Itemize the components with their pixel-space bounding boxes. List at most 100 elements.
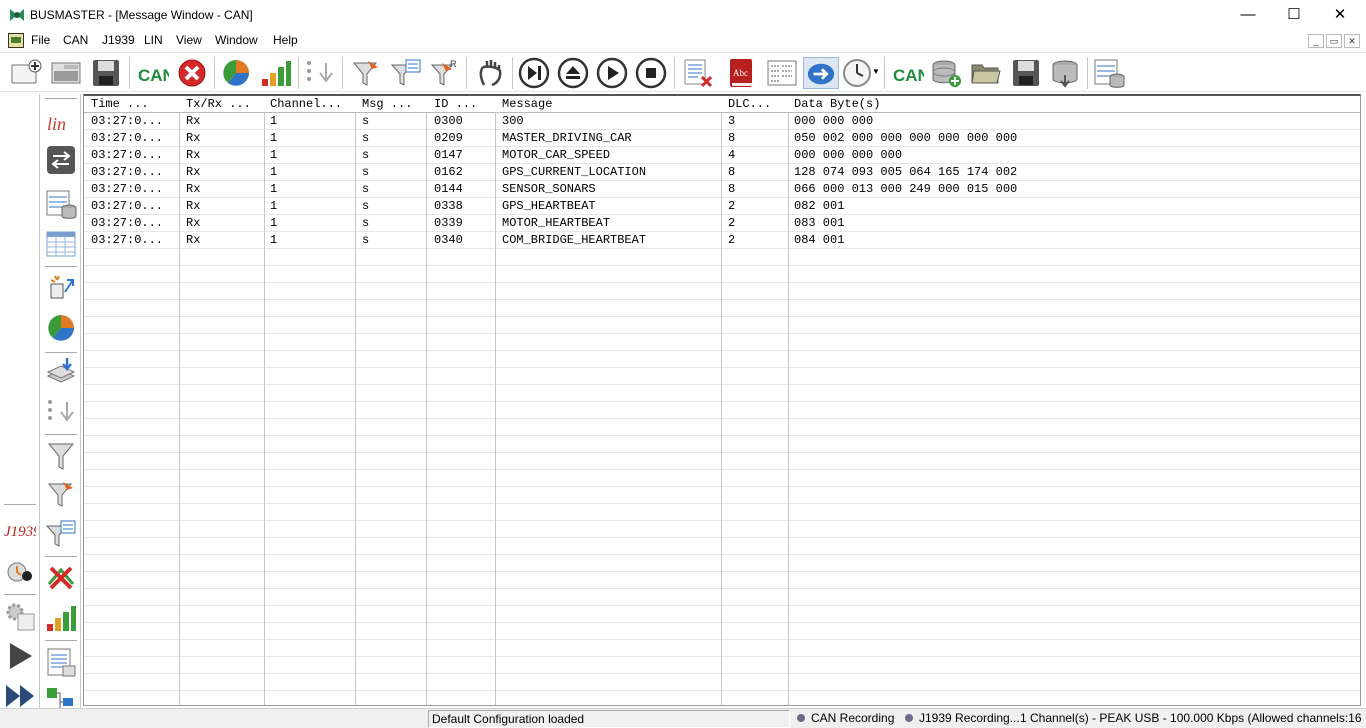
cell-dlc: 4 [728, 148, 736, 162]
filter-orange-side-icon[interactable] [45, 478, 77, 510]
cell-dlc: 2 [728, 233, 736, 247]
lin-label: lin [47, 114, 66, 134]
config-window-icon[interactable] [50, 57, 82, 89]
mdi-restore-button[interactable]: ▭ [1326, 34, 1342, 48]
menu-file[interactable]: File [31, 33, 50, 47]
grid-view-icon[interactable] [45, 228, 77, 260]
menu-lin[interactable]: LIN [144, 33, 163, 47]
message-window-toggle[interactable] [803, 57, 839, 89]
menu-j1939[interactable]: J1939 [102, 33, 135, 47]
table-row[interactable]: 03:27:0... Rx 1 s 0338 GPS_HEARTBEAT 2 082 001 [84, 198, 1360, 215]
can-logging-icon[interactable]: CAN [892, 57, 924, 89]
j1939-label: J1939 [4, 524, 36, 540]
cell-message: GPS_CURRENT_LOCATION [502, 165, 647, 179]
lin-icon[interactable]: lin [45, 106, 77, 138]
statistics-bars-icon[interactable] [45, 602, 77, 634]
table-row[interactable]: 03:27:0... Rx 1 s 0162 GPS_CURRENT_LOCATION 8 1… [84, 164, 1360, 181]
header-msg[interactable]: Msg ... [362, 96, 426, 113]
stop-icon[interactable] [635, 57, 667, 89]
can-connect-icon[interactable]: CAN [137, 57, 169, 89]
menu-help[interactable]: Help [273, 33, 298, 47]
swap-arrows-icon[interactable] [45, 144, 77, 176]
clock-dropdown-arrow-icon[interactable]: ▼ [872, 67, 880, 76]
database-book-icon[interactable]: Abc [726, 57, 758, 89]
message-list-icon[interactable] [45, 646, 77, 678]
document-system-menu-icon[interactable] [8, 33, 24, 48]
eject-icon[interactable] [557, 57, 589, 89]
j1939-activate-icon[interactable] [4, 556, 36, 588]
close-button[interactable]: ✕ [1317, 0, 1363, 30]
header-data-bytes[interactable]: Data Byte(s) [794, 96, 994, 113]
maximize-button[interactable]: ☐ [1271, 0, 1317, 30]
filter-replay-icon[interactable]: R [428, 57, 460, 89]
header-dlc[interactable]: DLC... [728, 96, 788, 113]
filter-list-icon[interactable] [390, 57, 422, 89]
menu-can[interactable]: CAN [63, 33, 88, 47]
mdi-close-button[interactable]: ✕ [1344, 34, 1360, 48]
open-folder-icon[interactable] [970, 57, 1002, 89]
pie-chart-side-icon[interactable] [45, 312, 77, 344]
j1939-icon[interactable]: J1939 [4, 514, 36, 546]
header-txrx[interactable]: Tx/Rx ... [186, 96, 264, 113]
cell-id: 0144 [434, 182, 463, 196]
cell-message: MOTOR_HEARTBEAT [502, 216, 611, 230]
cell-dlc: 8 [728, 182, 736, 196]
cell-data-bytes: 050 002 000 000 000 000 000 000 [794, 131, 1018, 145]
signal-watch-icon[interactable] [766, 57, 798, 89]
status-config: Default Configuration loaded [428, 710, 790, 728]
new-config-icon[interactable] [10, 57, 42, 89]
play-triangle-icon[interactable] [4, 640, 36, 672]
cell-dlc: 2 [728, 216, 736, 230]
filter-funnel-icon[interactable] [45, 440, 77, 472]
table-row[interactable]: 03:27:0... Rx 1 s 0209 MASTER_DRIVING_CAR 8 050… [84, 130, 1360, 147]
cell-id: 0338 [434, 199, 463, 213]
header-message[interactable]: Message [502, 96, 720, 113]
cell-msg: s [362, 165, 370, 179]
table-row[interactable]: 03:27:0... Rx 1 s 0147 MOTOR_CAR_SPEED 4 000 00… [84, 147, 1360, 164]
database-config-icon[interactable] [1093, 57, 1125, 89]
svg-text:R: R [450, 59, 457, 69]
add-database-icon[interactable] [930, 57, 962, 89]
cell-msg: s [362, 199, 370, 213]
filter-list-side-icon[interactable] [45, 518, 77, 550]
message-grid[interactable]: Time ... Tx/Rx ... Channel... Msg ... ID… [83, 94, 1361, 706]
database-export-icon[interactable] [1049, 57, 1081, 89]
play-icon[interactable] [596, 57, 628, 89]
table-row[interactable]: 03:27:0... Rx 1 s 0339 MOTOR_HEARTBEAT 2 083 00… [84, 215, 1360, 232]
import-log-icon[interactable] [45, 356, 77, 388]
cell-time: 03:27:0... [91, 148, 164, 162]
interpret-list-icon[interactable] [45, 396, 77, 428]
interpret-sort-icon[interactable] [304, 57, 336, 89]
node-simulation-icon[interactable] [45, 272, 77, 304]
save-database-icon[interactable] [1010, 57, 1042, 89]
disconnect-x-icon[interactable] [45, 562, 77, 594]
database-table-icon[interactable] [45, 188, 77, 220]
clear-list-icon[interactable] [682, 57, 714, 89]
arrow-right-circle-icon [807, 63, 835, 85]
menu-view[interactable]: View [176, 33, 202, 47]
minimize-button[interactable]: — [1225, 0, 1271, 30]
step-icon[interactable] [518, 57, 550, 89]
table-row[interactable]: 03:27:0... Rx 1 s 0340 COM_BRIDGE_HEARTBEAT 2 0… [84, 232, 1360, 249]
menu-window[interactable]: Window [215, 33, 258, 47]
cell-id: 0162 [434, 165, 463, 179]
bus-statistics-icon[interactable] [260, 57, 292, 89]
configure-gear-icon[interactable] [4, 600, 36, 632]
pie-chart-icon[interactable] [220, 57, 252, 89]
table-row[interactable]: 03:27:0... Rx 1 s 0144 SENSOR_SONARS 8 066 000 … [84, 181, 1360, 198]
mdi-minimize-button[interactable]: _ [1308, 34, 1324, 48]
save-icon[interactable] [90, 57, 122, 89]
disconnect-icon[interactable] [176, 57, 208, 89]
table-row[interactable]: 03:27:0... Rx 1 s 0300 300 3 000 000 000 [84, 113, 1360, 130]
hand-icon[interactable] [474, 57, 506, 89]
header-channel[interactable]: Channel... [270, 96, 354, 113]
left-toolbar-protocol: J1939 [0, 94, 40, 724]
status-can-recording-text: CAN Recording [811, 711, 895, 725]
can-label: CAN [138, 66, 169, 85]
filter-orange-icon[interactable] [350, 57, 382, 89]
timestamp-clock-icon[interactable] [842, 57, 874, 89]
cell-time: 03:27:0... [91, 199, 164, 213]
header-id[interactable]: ID ... [434, 96, 494, 113]
status-channel-info: 1 Channel(s) - PEAK USB - 100.000 Kbps (… [1020, 711, 1362, 725]
header-time[interactable]: Time ... [91, 96, 177, 113]
